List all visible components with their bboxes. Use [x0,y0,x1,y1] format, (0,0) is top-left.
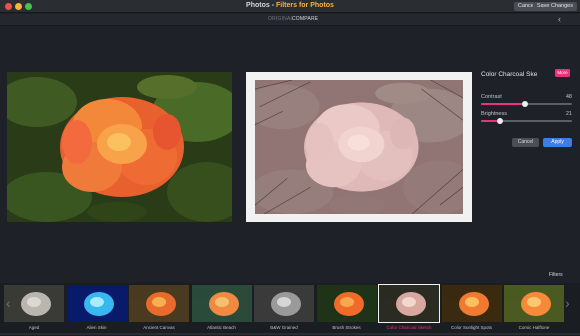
chevron-left-icon[interactable]: ‹ [558,14,561,24]
filter-label-brush[interactable]: Brush Strokes [316,325,378,330]
title-bar: Photos - Filters for Photos Cancel Save … [0,0,580,13]
brightness-value: 21 [565,111,572,117]
filter-label-aged[interactable]: Aged [3,325,65,330]
apply-button[interactable]: Apply [543,138,572,147]
filter-thumbnail-beach[interactable] [191,285,252,322]
window-title: Photos - Filters for Photos [0,2,580,9]
filter-thumbnail-bw[interactable] [254,285,314,322]
strip-scrollbar[interactable] [0,333,580,335]
view-toggle-bar: ORIGINAL COMPARE ‹ [0,14,580,26]
contrast-label: Contrast [481,94,502,100]
filters-button[interactable]: Filters [549,272,563,278]
filter-label-comic[interactable]: Comic Halftone [503,325,565,330]
app-name: Photos [246,2,270,9]
contrast-value: 48 [565,94,572,100]
filter-label-sketch[interactable]: Color Charcoal Sketch [378,325,440,330]
filtered-photo-preview [246,72,472,222]
filter-thumbnail-brush[interactable] [316,285,377,322]
contrast-slider-handle[interactable] [521,100,528,107]
filter-label-canvas[interactable]: Ancient Canvas [128,325,190,330]
filter-thumbnail-sketch[interactable] [378,284,440,323]
filter-thumbnail-comic[interactable] [504,285,564,322]
filter-label-sunlight[interactable]: Color Sunlight Spots [441,325,503,330]
compare-view-tab[interactable]: COMPARE [292,16,318,22]
more-badge[interactable]: More [555,69,570,77]
brightness-slider[interactable] [481,117,572,124]
filter-thumbnail-sunlight[interactable] [441,285,502,322]
save-changes-button[interactable]: Save Changes [532,2,577,11]
filter-thumbnail-alien[interactable] [66,285,127,322]
brightness-label: Brightness [481,111,507,117]
extension-name: Filters for Photos [276,2,334,9]
original-view-tab[interactable]: ORIGINAL [268,16,294,22]
chevron-right-icon[interactable]: › [565,295,570,311]
filter-label-bw[interactable]: B&W Grained [253,325,315,330]
filter-thumbnail-canvas[interactable] [129,285,189,322]
original-photo [7,72,232,222]
filter-name-title: Color Charcoal Ske [481,71,538,78]
filter-thumbnail-aged[interactable] [4,285,64,322]
contrast-slider[interactable] [481,100,572,107]
contrast-slider-fill [481,103,525,105]
filter-label-beach[interactable]: Atlantic Beach [191,325,253,330]
chevron-left-icon[interactable]: ‹ [6,295,11,311]
filter-label-alien[interactable]: Alien Skin [66,325,128,330]
panel-cancel-button[interactable]: Cancel [512,138,539,147]
brightness-slider-handle[interactable] [497,117,504,124]
